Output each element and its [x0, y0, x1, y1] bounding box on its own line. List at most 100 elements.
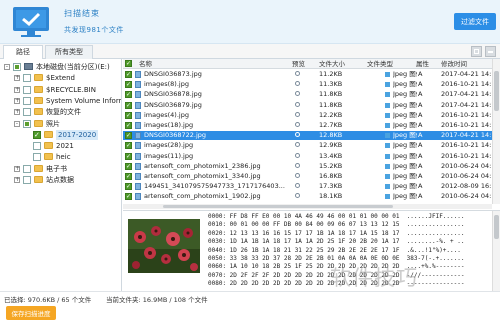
preview-magnifier-icon[interactable] [295, 101, 300, 107]
preview-magnifier-icon[interactable] [295, 152, 300, 158]
save-scan-progress-button[interactable]: 保存扫描进度 [6, 306, 56, 320]
file-row[interactable]: artensoft_com_photomix1_1902.jpg 18.1KB Jp… [123, 192, 492, 201]
file-row[interactable]: images(28).jpg 12.9KB Jpeg 图像A 2016-10-21 1… [123, 141, 492, 150]
preview-scrollbar[interactable] [492, 211, 500, 291]
preview-magnifier-icon[interactable] [295, 183, 300, 189]
file-checkbox[interactable] [125, 131, 132, 140]
file-row[interactable]: artensoft_com_photomix1_3340.jpg 16.8KB Jp… [123, 172, 492, 181]
list-view-icon[interactable] [485, 46, 496, 57]
tree-checkbox[interactable] [33, 130, 41, 140]
file-type: Jpeg 图像 [393, 192, 417, 201]
file-checkbox[interactable] [125, 192, 132, 201]
collapse-icon[interactable]: - [4, 64, 10, 70]
tree-item-label: 本地磁盘(当前分区)(E:) [36, 63, 110, 71]
file-checkbox[interactable] [125, 182, 132, 191]
tree-checkbox[interactable] [23, 74, 31, 83]
folder-icon [34, 108, 43, 116]
tree-checkbox[interactable] [23, 96, 31, 105]
collapse-icon[interactable]: - [14, 120, 20, 127]
file-attribute: A [418, 70, 423, 78]
file-checkbox[interactable] [125, 141, 132, 150]
expand-icon[interactable]: + [14, 177, 20, 183]
file-size: 15.2KB [319, 161, 343, 170]
column-name[interactable]: 名称 [139, 59, 152, 69]
file-row[interactable]: DNSGI036878.jpg 11.8KB Jpeg 图像A 2017-04-21 … [123, 90, 492, 99]
file-type: Jpeg 图像 [393, 121, 417, 129]
expand-icon[interactable]: + [14, 165, 20, 172]
tree-item[interactable]: 2017-2020 [0, 129, 121, 140]
expand-icon[interactable]: + [14, 97, 20, 104]
file-name: DNSGI036878.jpg [144, 90, 202, 99]
file-name: DNSGI0368722.jpg [144, 131, 207, 140]
tree-item[interactable]: + System Volume Informa [0, 96, 121, 106]
preview-magnifier-icon[interactable] [295, 193, 300, 199]
tree-item[interactable]: + 电子书 [0, 164, 121, 174]
file-checkbox[interactable] [125, 80, 132, 89]
file-checkbox[interactable] [125, 101, 132, 110]
tree-item[interactable]: - 照片 [0, 119, 121, 129]
tree-item[interactable]: + 恢复的文件 [0, 107, 121, 117]
tab-all-types[interactable]: 所有类型 [45, 45, 93, 59]
file-checkbox[interactable] [125, 152, 132, 161]
column-size[interactable]: 文件大小 [319, 59, 345, 69]
file-checkbox[interactable] [125, 111, 132, 120]
file-size: 13.4KB [319, 151, 343, 160]
tree-item[interactable]: 2021 [0, 141, 121, 151]
filter-files-button[interactable]: 过滤文件 [454, 13, 496, 30]
preview-magnifier-icon[interactable] [295, 111, 300, 117]
file-row[interactable]: images(8).jpg 11.3KB Jpeg 图像A 2016-10-21 14… [123, 80, 492, 89]
file-list-hscrollbar[interactable] [123, 204, 492, 209]
tree-item-label: $Extend [46, 74, 75, 83]
file-checkbox[interactable] [125, 172, 132, 181]
file-checkbox[interactable] [125, 162, 132, 171]
grid-view-icon[interactable] [471, 46, 482, 57]
column-attribute[interactable]: 属性 [416, 59, 429, 69]
tree-checkbox[interactable] [23, 85, 31, 94]
file-list-scrollbar[interactable] [492, 59, 500, 204]
expand-icon[interactable]: + [14, 75, 20, 82]
expand-icon[interactable]: + [14, 86, 20, 93]
tree-checkbox[interactable] [33, 153, 41, 162]
file-attribute: A [418, 172, 423, 180]
file-type: Jpeg 图像 [393, 161, 417, 170]
preview-magnifier-icon[interactable] [295, 173, 300, 178]
preview-magnifier-icon[interactable] [295, 91, 300, 97]
tree-checkbox[interactable] [33, 142, 41, 151]
preview-magnifier-icon[interactable] [295, 122, 300, 127]
file-checkbox[interactable] [125, 121, 132, 130]
current-folder-summary: 当前文件夹: 16.9MB / 108 个文件 [106, 296, 208, 304]
preview-magnifier-icon[interactable] [295, 132, 300, 138]
preview-magnifier-icon[interactable] [295, 71, 300, 76]
tree-checkbox[interactable] [23, 176, 31, 184]
file-row[interactable]: images(4).jpg 12.2KB Jpeg 图像A 2016-10-21 14… [123, 111, 492, 120]
file-row[interactable]: images(18).jpg 12.7KB Jpeg 图像A 2016-10-21 1… [123, 121, 492, 130]
folder-icon [34, 74, 43, 82]
tree-checkbox[interactable] [13, 63, 21, 71]
tree-checkbox[interactable] [23, 119, 31, 128]
tree-checkbox[interactable] [23, 108, 31, 117]
preview-magnifier-icon[interactable] [295, 162, 300, 168]
preview-magnifier-icon[interactable] [295, 142, 300, 148]
column-modified[interactable]: 修改时间 [441, 59, 467, 69]
tab-path[interactable]: 路径 [3, 45, 43, 60]
file-row[interactable]: artensoft_com_photomix1_2386.jpg 15.2KB Jp… [123, 162, 492, 171]
file-row[interactable]: DNSGI036873.jpg 11.2KB Jpeg 图像A 2017-04-21 … [123, 70, 492, 79]
tree-item[interactable]: + 站点数据 [0, 175, 121, 185]
file-checkbox[interactable] [125, 70, 132, 79]
file-row[interactable]: images(11).jpg 13.4KB Jpeg 图像A 2016-10-21 1… [123, 152, 492, 161]
expand-icon[interactable]: + [14, 109, 20, 116]
tree-item[interactable]: + $RECYCLE.BIN [0, 85, 121, 95]
preview-magnifier-icon[interactable] [295, 81, 300, 87]
column-type[interactable]: 文件类型 [367, 59, 393, 69]
file-row[interactable]: 149451_341079575947733_1717176403... 17.3… [123, 182, 492, 191]
file-modified: 2016-10-21 14:1 [441, 151, 492, 160]
tree-checkbox[interactable] [23, 164, 31, 173]
tree-item[interactable]: + $Extend [0, 73, 121, 83]
file-row[interactable]: DNSGI0368722.jpg 12.8KB Jpeg 图像A 2017-04-21… [123, 131, 492, 141]
tree-item[interactable]: - 本地磁盘(当前分区)(E:) [0, 62, 121, 72]
file-checkbox[interactable] [125, 90, 132, 99]
file-row[interactable]: DNSGI036879.jpg 11.8KB Jpeg 图像A 2017-04-21 … [123, 101, 492, 110]
column-preview[interactable]: 预览 [292, 59, 305, 69]
tree-item[interactable]: heic [0, 152, 121, 162]
jpeg-type-icon [385, 174, 390, 179]
